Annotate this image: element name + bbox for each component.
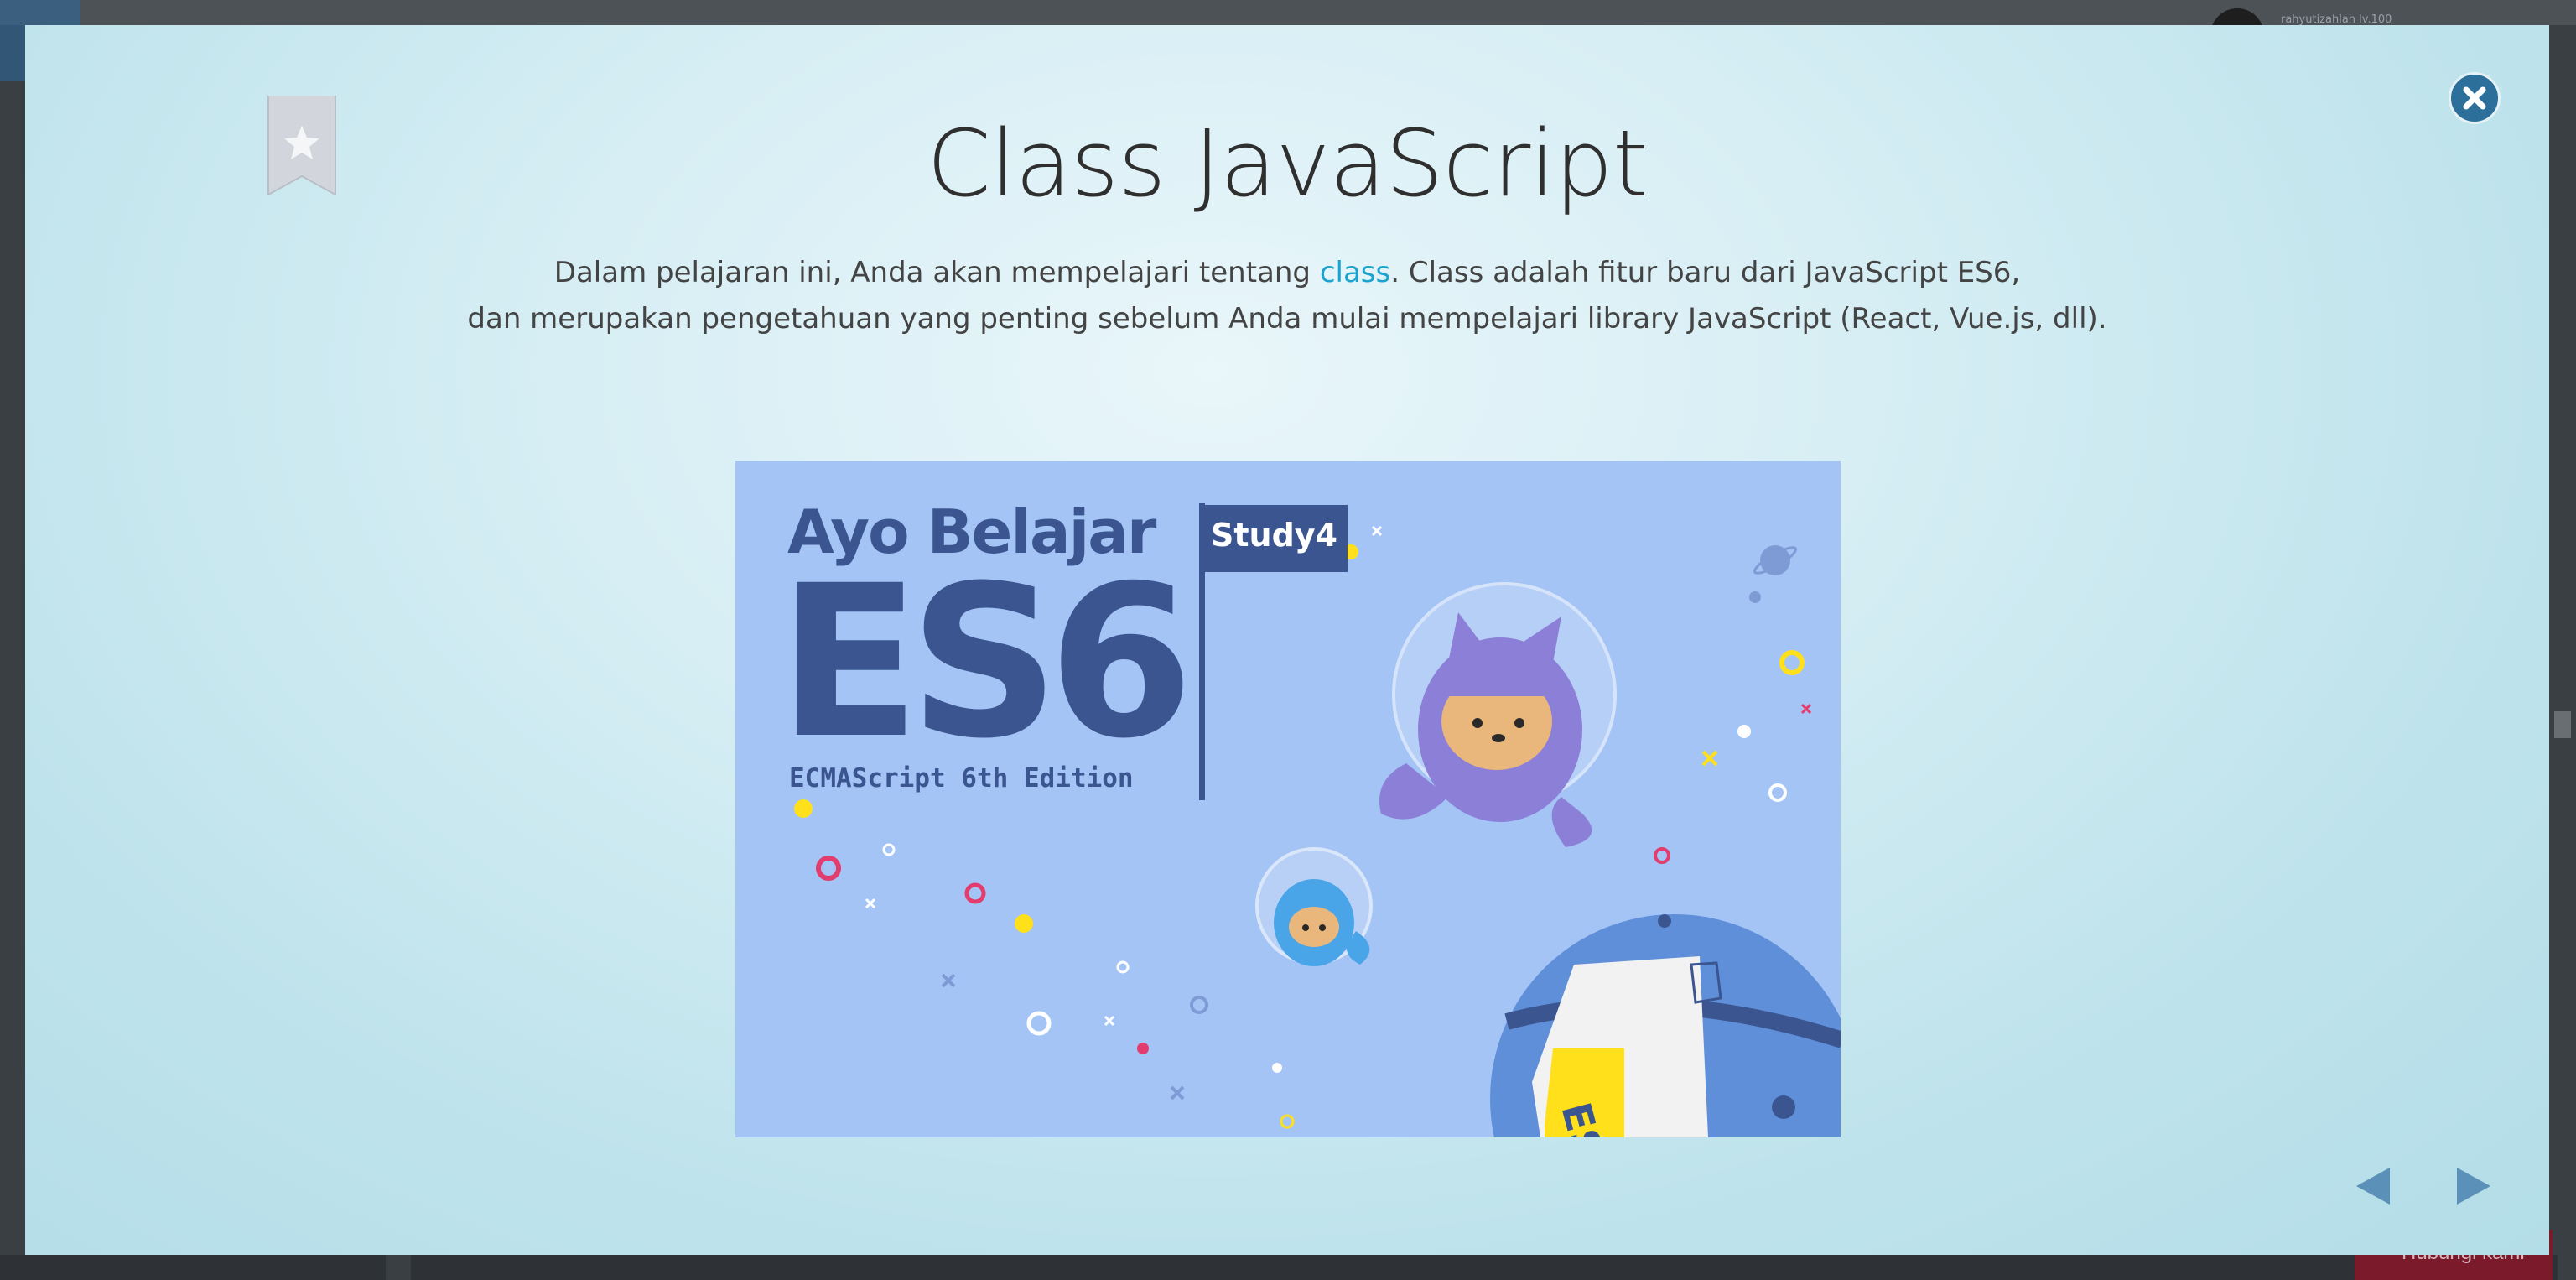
- description-line-2: dan merupakan pengetahuan yang penting s…: [467, 302, 2107, 336]
- lesson-description: Dalam pelajaran ini, Anda akan mempelaja…: [25, 250, 2549, 342]
- previous-button[interactable]: [2353, 1166, 2393, 1206]
- triangle-right-icon: [2457, 1168, 2490, 1205]
- hero-line-3: ECMAScript 6th Edition: [789, 763, 1134, 793]
- description-text-after: . Class adalah fitur baru dari JavaScrip…: [1390, 256, 2021, 289]
- background-scrollbar-right: [411, 1255, 2558, 1280]
- background-scroll-thumb: [2554, 711, 2571, 738]
- class-link[interactable]: class: [1320, 256, 1390, 289]
- hero-line-2: ES6: [777, 540, 1194, 784]
- background-scrollbar-left: [0, 1255, 386, 1280]
- lesson-modal: Class JavaScript Dalam pelajaran ini, An…: [25, 25, 2549, 1255]
- close-icon: [2463, 86, 2486, 110]
- es6-hero-image: ES6 Ayo Belajar ES6 ECMAScript 6th Editi…: [735, 461, 1841, 1137]
- triangle-left-icon: [2356, 1168, 2390, 1205]
- background-user-line: rahyutizahlah lv.100: [2281, 13, 2392, 26]
- lesson-title: Class JavaScript: [927, 110, 1649, 217]
- flag-text: Study4: [1211, 517, 1337, 554]
- next-button[interactable]: [2454, 1166, 2494, 1206]
- study4-flag: Study4: [1199, 505, 1348, 572]
- description-line-1: Dalam pelajaran ini, Anda akan mempelaja…: [25, 250, 2549, 296]
- description-text-before: Dalam pelajaran ini, Anda akan mempelaja…: [553, 256, 1320, 289]
- background-topbar: [0, 0, 2576, 25]
